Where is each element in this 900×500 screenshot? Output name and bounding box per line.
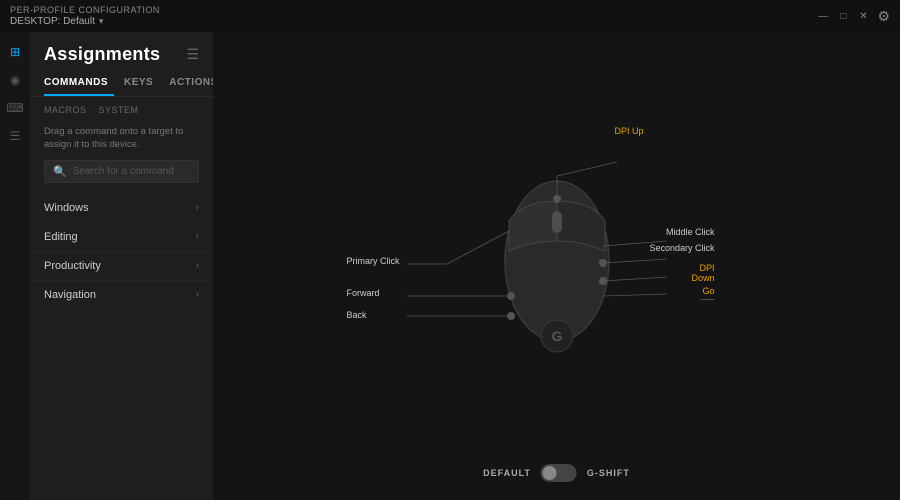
sidebar: Assignments ☰ COMMANDS KEYS ACTIONS MACR… bbox=[30, 32, 213, 500]
dpi-down-label: DPI bbox=[699, 263, 714, 273]
secondary-click-label: Secondary Click bbox=[649, 244, 714, 254]
maximize-button[interactable]: □ bbox=[837, 10, 849, 22]
toggle-knob bbox=[543, 466, 557, 480]
tab-commands[interactable]: COMMANDS bbox=[44, 73, 114, 96]
titlebar-left: PER-PROFILE CONFIGURATION DESKTOP: Defau… bbox=[10, 5, 160, 27]
chevron-down-icon: › bbox=[196, 231, 199, 242]
titlebar-controls[interactable]: — □ ✕ ⚙ bbox=[817, 8, 890, 25]
titlebar-profile: DESKTOP: Default ▾ bbox=[10, 16, 160, 27]
forward-label: Forward bbox=[347, 288, 380, 298]
mouse-svg: G bbox=[347, 66, 767, 446]
titlebar-subtitle: PER-PROFILE CONFIGURATION bbox=[10, 5, 160, 15]
back-label: Back bbox=[347, 310, 367, 320]
category-label: Editing bbox=[44, 231, 78, 243]
gear-icon[interactable]: ⚙ bbox=[877, 8, 890, 25]
sub-tab-navigation: MACROS SYSTEM bbox=[30, 101, 213, 121]
titlebar: PER-PROFILE CONFIGURATION DESKTOP: Defau… bbox=[0, 0, 900, 32]
search-box[interactable]: 🔍 bbox=[44, 160, 199, 183]
sidebar-title: Assignments bbox=[44, 44, 160, 65]
chevron-down-icon: › bbox=[196, 202, 199, 213]
search-icon: 🔍 bbox=[53, 165, 67, 178]
category-editing[interactable]: Editing › bbox=[30, 222, 213, 251]
category-label: Navigation bbox=[44, 289, 96, 301]
category-navigation[interactable]: Navigation › bbox=[30, 280, 213, 309]
sidebar-icon-home[interactable]: ⊞ bbox=[5, 42, 25, 62]
instruction-text: Drag a command onto a target to assign i… bbox=[30, 121, 213, 160]
close-button[interactable]: ✕ bbox=[857, 10, 869, 22]
tab-navigation: COMMANDS KEYS ACTIONS bbox=[30, 73, 213, 97]
tab-keys[interactable]: KEYS bbox=[124, 73, 159, 96]
mouse-diagram: G bbox=[347, 66, 767, 446]
category-list: Windows › Editing › Productivity › Navig… bbox=[30, 193, 213, 309]
dpi-up-label: DPI Up bbox=[615, 126, 644, 136]
profile-chevron: ▾ bbox=[99, 16, 104, 27]
minimize-button[interactable]: — bbox=[817, 10, 829, 22]
middle-click-label: Middle Click bbox=[666, 228, 715, 238]
dpi-down2-label: Down bbox=[691, 273, 714, 283]
sidebar-header-icon[interactable]: ☰ bbox=[186, 46, 199, 63]
category-productivity[interactable]: Productivity › bbox=[30, 251, 213, 280]
go-label: Go bbox=[702, 286, 714, 296]
svg-text:G: G bbox=[551, 328, 562, 344]
chevron-down-icon: › bbox=[196, 289, 199, 300]
primary-click-label: Primary Click bbox=[347, 256, 400, 266]
sub-tab-macros[interactable]: MACROS bbox=[44, 105, 87, 115]
dots-label: —— bbox=[701, 296, 715, 303]
category-label: Windows bbox=[44, 202, 89, 214]
search-input[interactable] bbox=[73, 166, 190, 177]
category-label: Productivity bbox=[44, 260, 101, 272]
bottom-toggle: DEFAULT G-SHIFT bbox=[483, 464, 630, 482]
toggle-gshift-label: G-SHIFT bbox=[587, 468, 630, 478]
category-windows[interactable]: Windows › bbox=[30, 193, 213, 222]
toggle-switch[interactable] bbox=[541, 464, 577, 482]
main-content: G bbox=[213, 32, 900, 500]
sidebar-header: Assignments ☰ bbox=[30, 32, 213, 73]
sidebar-icon-settings[interactable]: ☰ bbox=[5, 126, 25, 146]
sidebar-icon-strip: ⊞ ◉ ⌨ ☰ bbox=[0, 32, 30, 500]
chevron-down-icon: › bbox=[196, 260, 199, 271]
sub-tab-system[interactable]: SYSTEM bbox=[99, 105, 139, 115]
toggle-default-label: DEFAULT bbox=[483, 468, 531, 478]
sidebar-icon-assignments[interactable]: ◉ bbox=[5, 70, 25, 90]
sidebar-icon-keyboard[interactable]: ⌨ bbox=[5, 98, 25, 118]
